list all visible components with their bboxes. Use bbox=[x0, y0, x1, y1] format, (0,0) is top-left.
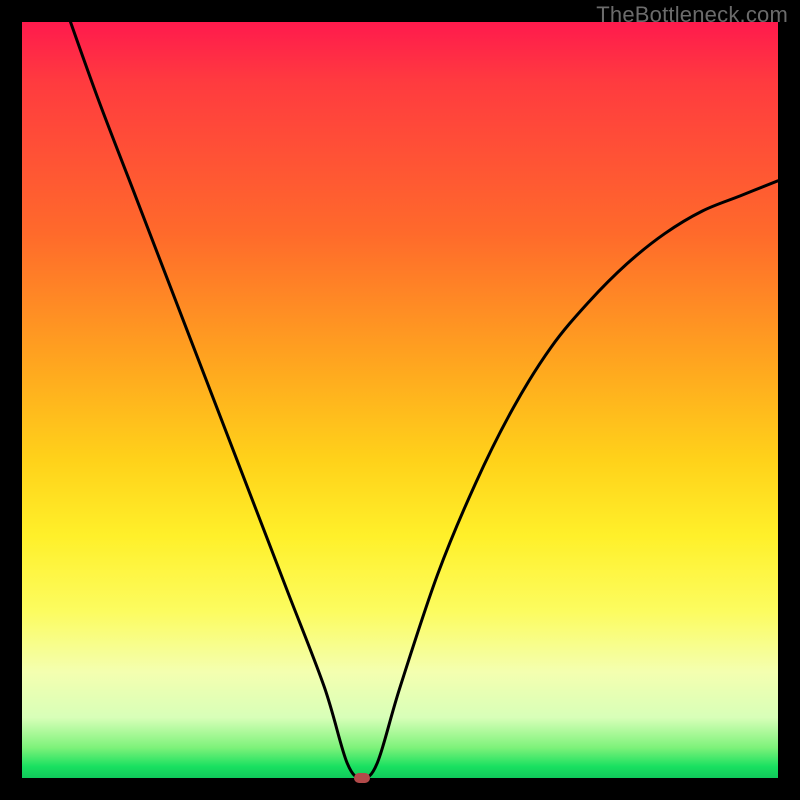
plot-frame bbox=[22, 22, 778, 778]
min-marker bbox=[354, 773, 370, 783]
chart-root: TheBottleneck.com bbox=[0, 0, 800, 800]
watermark-text: TheBottleneck.com bbox=[596, 2, 788, 28]
curve-path bbox=[22, 22, 778, 778]
bottleneck-curve bbox=[22, 22, 778, 778]
